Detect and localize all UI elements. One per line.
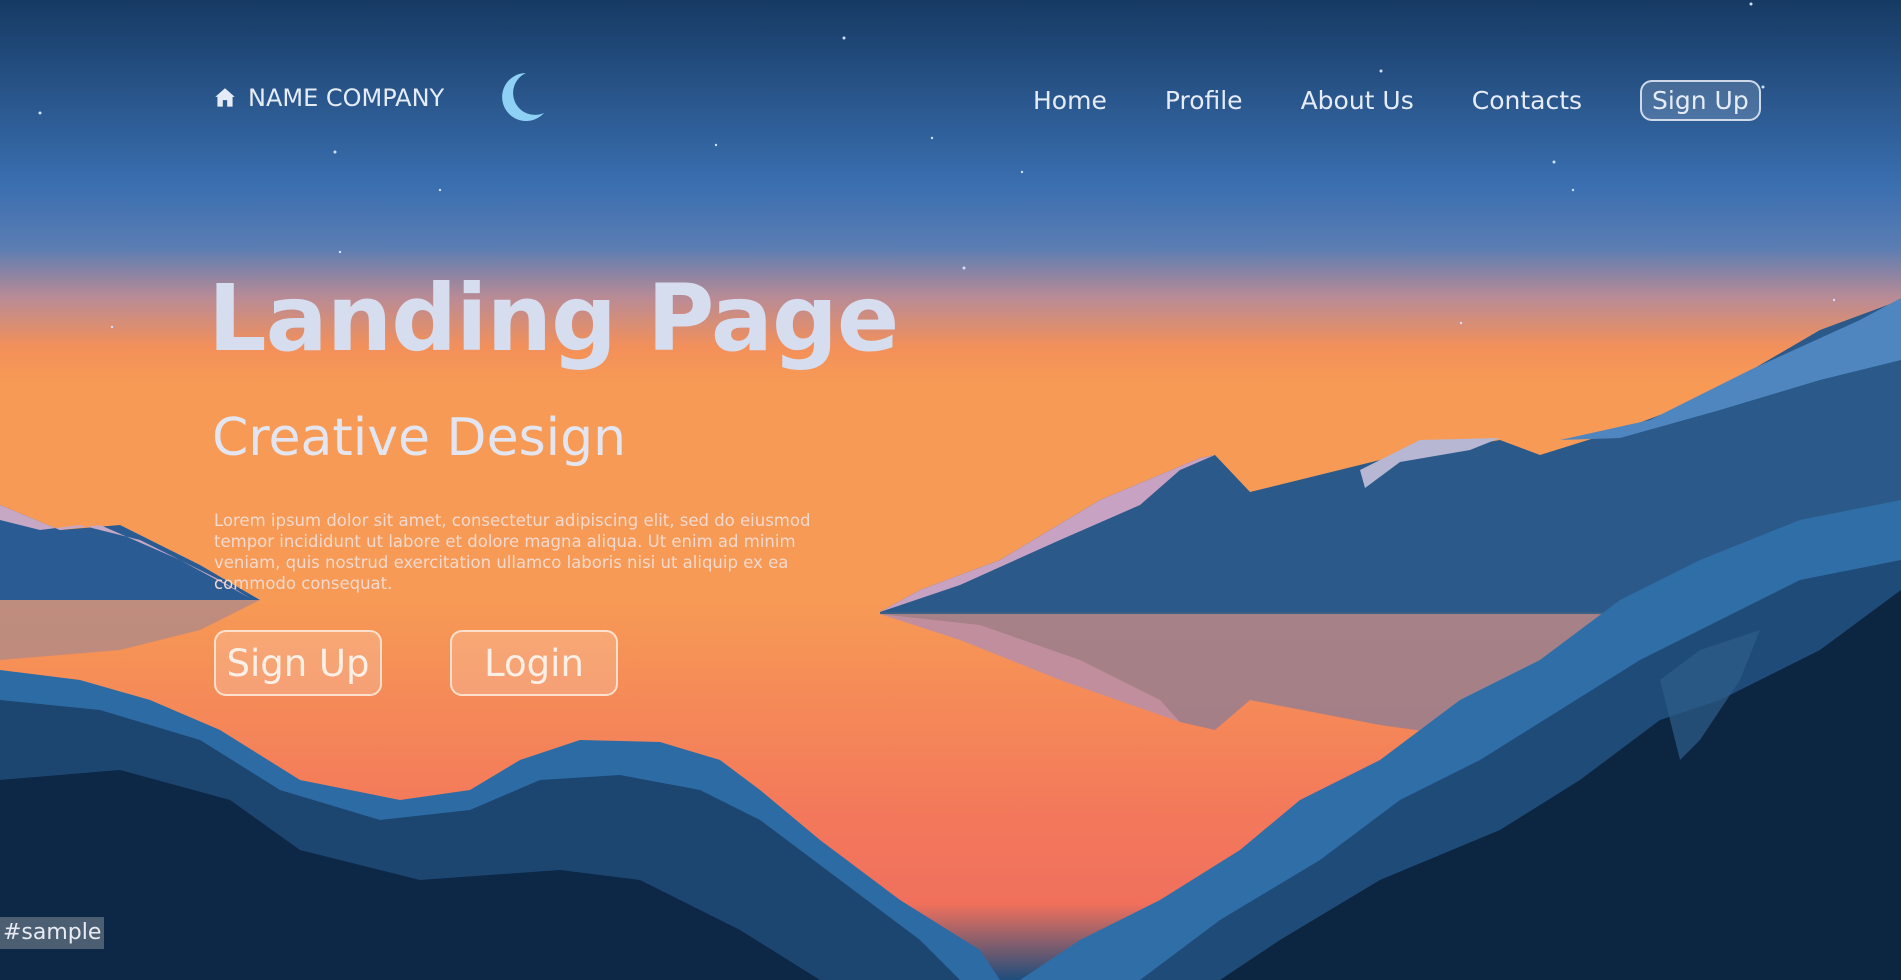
hero-body-text: Lorem ipsum dolor sit amet, consectetur … [214, 511, 811, 593]
landscape-background [0, 0, 1901, 980]
watermark: #sample [0, 917, 105, 949]
nav-signup-button[interactable]: Sign Up [1640, 80, 1761, 121]
home-icon [215, 88, 235, 107]
brand[interactable]: NAME COMPANY [212, 84, 444, 112]
crescent-moon-icon [502, 73, 544, 121]
page-subtitle: Creative Design [212, 408, 627, 468]
nav-profile[interactable]: Profile [1165, 86, 1243, 115]
company-name: NAME COMPANY [248, 84, 445, 112]
login-button[interactable]: Login [450, 630, 618, 696]
signup-button[interactable]: Sign Up [214, 630, 382, 696]
main-nav: Home Profile About Us Contacts Sign Up [975, 80, 1761, 121]
nav-about-us[interactable]: About Us [1301, 86, 1414, 115]
page-title: Landing Page [208, 265, 899, 372]
nav-home[interactable]: Home [1033, 86, 1107, 115]
nav-contacts[interactable]: Contacts [1472, 86, 1582, 115]
